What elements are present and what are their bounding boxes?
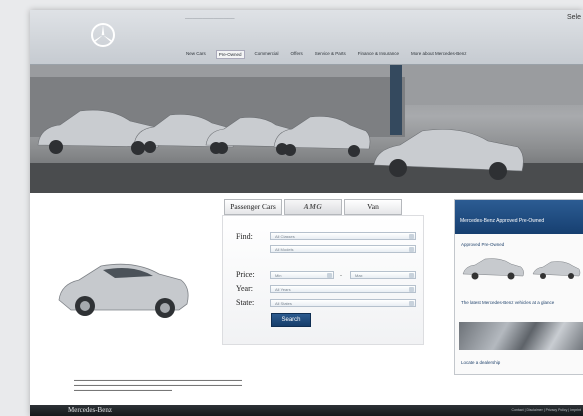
nav-item-finance[interactable]: Finance & Insurance [356, 50, 401, 59]
header: ────────────── Sele New Cars Pre-Owned C… [30, 10, 583, 65]
footer: Mercedes-Benz Contact | Disclaimer | Pri… [30, 405, 583, 416]
class-select[interactable]: All Classes [270, 232, 416, 240]
chevron-down-icon [409, 287, 414, 292]
nav-item-pre-owned[interactable]: Pre-Owned [215, 50, 245, 59]
price-range-dash: - [340, 273, 342, 279]
approved-pre-owned-sidebar: Mercedes-Benz Approved Pre-Owned Approve… [454, 199, 583, 375]
state-select-value: All States [275, 301, 292, 306]
chevron-down-icon [409, 234, 414, 239]
year-select[interactable]: All Years [270, 285, 416, 293]
hero-banner-image [30, 65, 583, 193]
search-button[interactable]: Search [271, 313, 311, 327]
nav-item-more[interactable]: More about Mercedes-Benz [409, 50, 469, 59]
sidebar-link-approved[interactable]: Approved Pre-Owned [461, 242, 504, 248]
price-max-select[interactable]: Max [350, 271, 416, 279]
price-min-select[interactable]: Min [270, 271, 334, 279]
page-frame: ────────────── Sele New Cars Pre-Owned C… [30, 10, 583, 416]
sidebar-cars-image [462, 258, 581, 280]
nav-item-commercial[interactable]: Commercial [253, 50, 281, 59]
featured-car-image [58, 263, 189, 318]
chevron-down-icon [409, 301, 414, 306]
price-label: Price: [236, 270, 255, 279]
utility-link[interactable]: Sele [567, 14, 581, 21]
model-select-value: All Models [275, 247, 294, 252]
sidebar-teaser-image [459, 322, 583, 350]
mercedes-star-logo[interactable] [90, 22, 116, 48]
class-select-value: All Classes [275, 234, 295, 239]
chevron-down-icon [327, 273, 332, 278]
top-divider-mark: ────────────── [185, 16, 235, 22]
main-nav: New Cars Pre-Owned Commercial Offers Ser… [184, 50, 469, 59]
find-label: Find: [236, 232, 253, 241]
state-select[interactable]: All States [270, 299, 416, 307]
nav-item-new-cars[interactable]: New Cars [184, 50, 208, 59]
year-label: Year: [236, 284, 253, 293]
model-select[interactable]: All Models [270, 245, 416, 253]
chevron-down-icon [409, 247, 414, 252]
vehicle-type-tabs: Passenger Cars AMG Van [224, 199, 402, 215]
tab-passenger-cars[interactable]: Passenger Cars [224, 199, 282, 215]
price-max-value: Max [355, 273, 363, 278]
disclaimer-text: ▬▬▬▬▬▬▬▬▬▬▬▬▬▬▬▬▬▬▬▬▬▬▬▬▬▬▬▬▬▬▬▬▬▬▬▬▬▬▬▬… [74, 378, 444, 393]
nav-item-offers[interactable]: Offers [289, 50, 305, 59]
footer-brand[interactable]: Mercedes-Benz [68, 406, 112, 414]
footer-links[interactable]: Contact | Disclaimer | Privacy Policy | … [512, 408, 581, 412]
disclaimer-line: ▬▬▬▬▬▬▬▬▬▬▬▬▬▬▬▬▬▬▬▬▬▬▬▬▬▬▬▬ [74, 388, 172, 392]
year-select-value: All Years [275, 287, 291, 292]
tab-van[interactable]: Van [344, 199, 402, 215]
sidebar-title: Mercedes-Benz Approved Pre-Owned [455, 200, 583, 234]
state-label: State: [236, 298, 255, 307]
sidebar-link-dealer[interactable]: Locate a dealership [461, 360, 500, 366]
price-min-value: Min [275, 273, 282, 278]
sidebar-link-latest[interactable]: The latest Mercedes-Benz vehicles at a g… [461, 300, 571, 306]
chevron-down-icon [409, 273, 414, 278]
tab-amg[interactable]: AMG [284, 199, 342, 215]
nav-item-service-parts[interactable]: Service & Parts [313, 50, 348, 59]
